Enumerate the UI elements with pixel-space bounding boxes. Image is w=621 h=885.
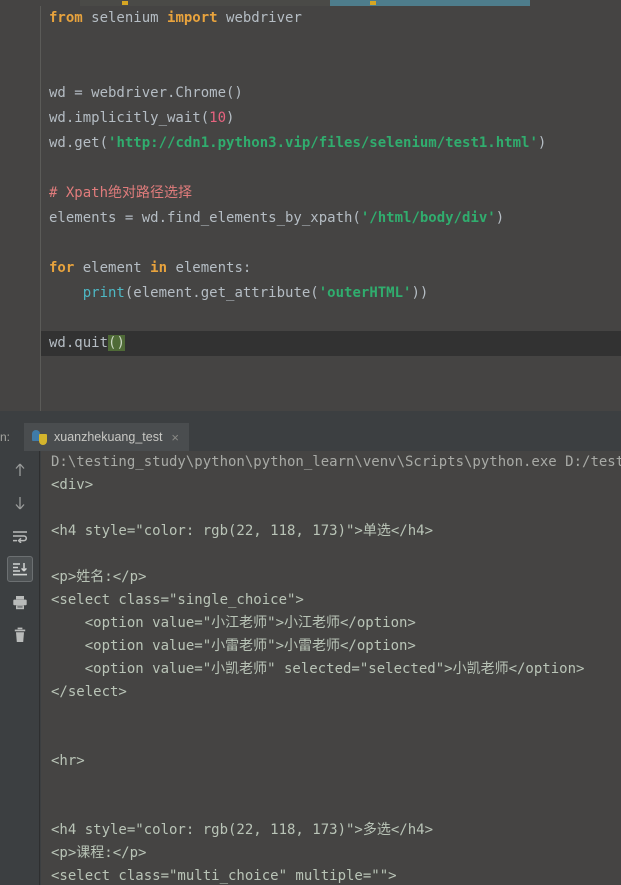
close-icon[interactable]: × (171, 431, 179, 444)
code-line[interactable]: wd = webdriver.Chrome() (42, 81, 621, 106)
code-token: )) (411, 285, 429, 301)
code-line[interactable]: from selenium import webdriver (42, 6, 621, 31)
console-line: <p>姓名:</p> (51, 569, 147, 585)
code-line[interactable] (42, 31, 621, 56)
editor-code-area[interactable]: from selenium import webdriver wd = webdr… (42, 6, 621, 411)
soft-wrap-icon (12, 529, 28, 543)
print-button[interactable] (7, 589, 33, 615)
code-token: element (74, 260, 151, 276)
code-token: ) (226, 110, 235, 126)
console-line: <h4 style="color: rgb(22, 118, 173)">多选<… (51, 822, 434, 838)
console-line: <option value="小江老师">小江老师</option> (51, 615, 416, 631)
code-line[interactable]: wd.implicitly_wait(10) (42, 106, 621, 131)
scroll-down-button[interactable] (7, 490, 33, 516)
console-line: <hr> (51, 753, 85, 769)
console-line: D:\testing_study\python\python_learn\ven… (51, 454, 621, 470)
code-token: () (108, 335, 125, 351)
code-line[interactable] (42, 356, 621, 381)
printer-icon (12, 595, 28, 610)
code-token: (element.get_attribute( (124, 285, 319, 301)
editor-gutter[interactable] (0, 6, 41, 411)
console-line: <option value="小雷老师">小雷老师</option> (51, 638, 416, 654)
arrow-up-icon (13, 462, 27, 478)
run-window-toolbar (0, 451, 40, 885)
python-icon (32, 429, 47, 445)
run-tab-label: xuanzhekuang_test (54, 430, 163, 444)
scroll-to-end-button[interactable] (6, 556, 33, 582)
code-token: elements = wd.find_elements_by_xpath( (49, 210, 361, 226)
code-line[interactable]: print(element.get_attribute('outerHTML')… (42, 281, 621, 306)
arrow-down-icon (13, 495, 27, 511)
code-line[interactable] (42, 306, 621, 331)
code-token: 10 (209, 110, 227, 126)
code-token: wd = webdriver.Chrome() (49, 85, 243, 101)
code-token: '/html/body/div' (360, 210, 496, 226)
pycharm-window: from selenium import webdriver wd = webdr… (0, 0, 621, 885)
code-line[interactable]: wd.get('http://cdn1.python3.vip/files/se… (42, 131, 621, 156)
console-line: <select class="single_choice"> (51, 592, 304, 608)
code-token: in (150, 260, 168, 276)
code-token: import (167, 10, 218, 26)
code-line[interactable] (42, 156, 621, 181)
run-window-header: n: xuanzhekuang_test × (0, 423, 621, 451)
code-token: wd.quit (49, 335, 109, 351)
code-token: ) (537, 135, 547, 151)
code-token: elements: (167, 260, 252, 276)
code-line[interactable] (42, 381, 621, 406)
code-token: 'http://cdn1.python3.vip/files/selenium/… (108, 135, 538, 151)
code-token: webdriver (217, 10, 302, 26)
code-token: wd.implicitly_wait( (49, 110, 210, 126)
console-line: <option value="小凯老师" selected="selected"… (51, 661, 585, 677)
code-token: for (49, 260, 75, 276)
console-line: </select> (51, 684, 127, 700)
file-icon (370, 1, 376, 5)
run-window-label: n: (0, 430, 11, 444)
code-token: 'outerHTML' (318, 285, 412, 301)
code-token: ) (495, 210, 505, 226)
console-line: <p>课程:</p> (51, 845, 147, 861)
code-token: # Xpath绝对路径选择 (49, 185, 193, 201)
trash-icon (13, 627, 27, 643)
code-line[interactable]: # Xpath绝对路径选择 (42, 181, 621, 206)
console-line: <h4 style="color: rgb(22, 118, 173)">单选<… (51, 523, 434, 539)
code-token: print (82, 285, 125, 301)
scroll-to-end-icon (12, 562, 28, 576)
run-tool-window: n: xuanzhekuang_test × D:\testing_study\… (0, 411, 621, 885)
scroll-up-button[interactable] (7, 457, 33, 483)
console-line: <div> (51, 477, 94, 493)
code-token: selenium (82, 10, 168, 26)
code-line[interactable]: elements = wd.find_elements_by_xpath('/h… (42, 206, 621, 231)
code-token: wd.get( (49, 135, 109, 151)
console-line: <select class="multi_choice" multiple=""… (51, 868, 397, 884)
code-line[interactable] (42, 231, 621, 256)
code-line[interactable] (42, 56, 621, 81)
file-icon (122, 1, 128, 5)
run-tab-xuanzhekuang-test[interactable]: xuanzhekuang_test × (24, 423, 190, 451)
clear-all-button[interactable] (7, 622, 33, 648)
code-line[interactable]: for element in elements: (42, 256, 621, 281)
code-token: from (49, 10, 83, 26)
soft-wrap-button[interactable] (7, 523, 33, 549)
run-console-output[interactable]: D:\testing_study\python\python_learn\ven… (41, 451, 621, 885)
code-editor[interactable]: from selenium import webdriver wd = webdr… (0, 6, 621, 411)
code-line[interactable]: wd.quit() (42, 331, 621, 356)
